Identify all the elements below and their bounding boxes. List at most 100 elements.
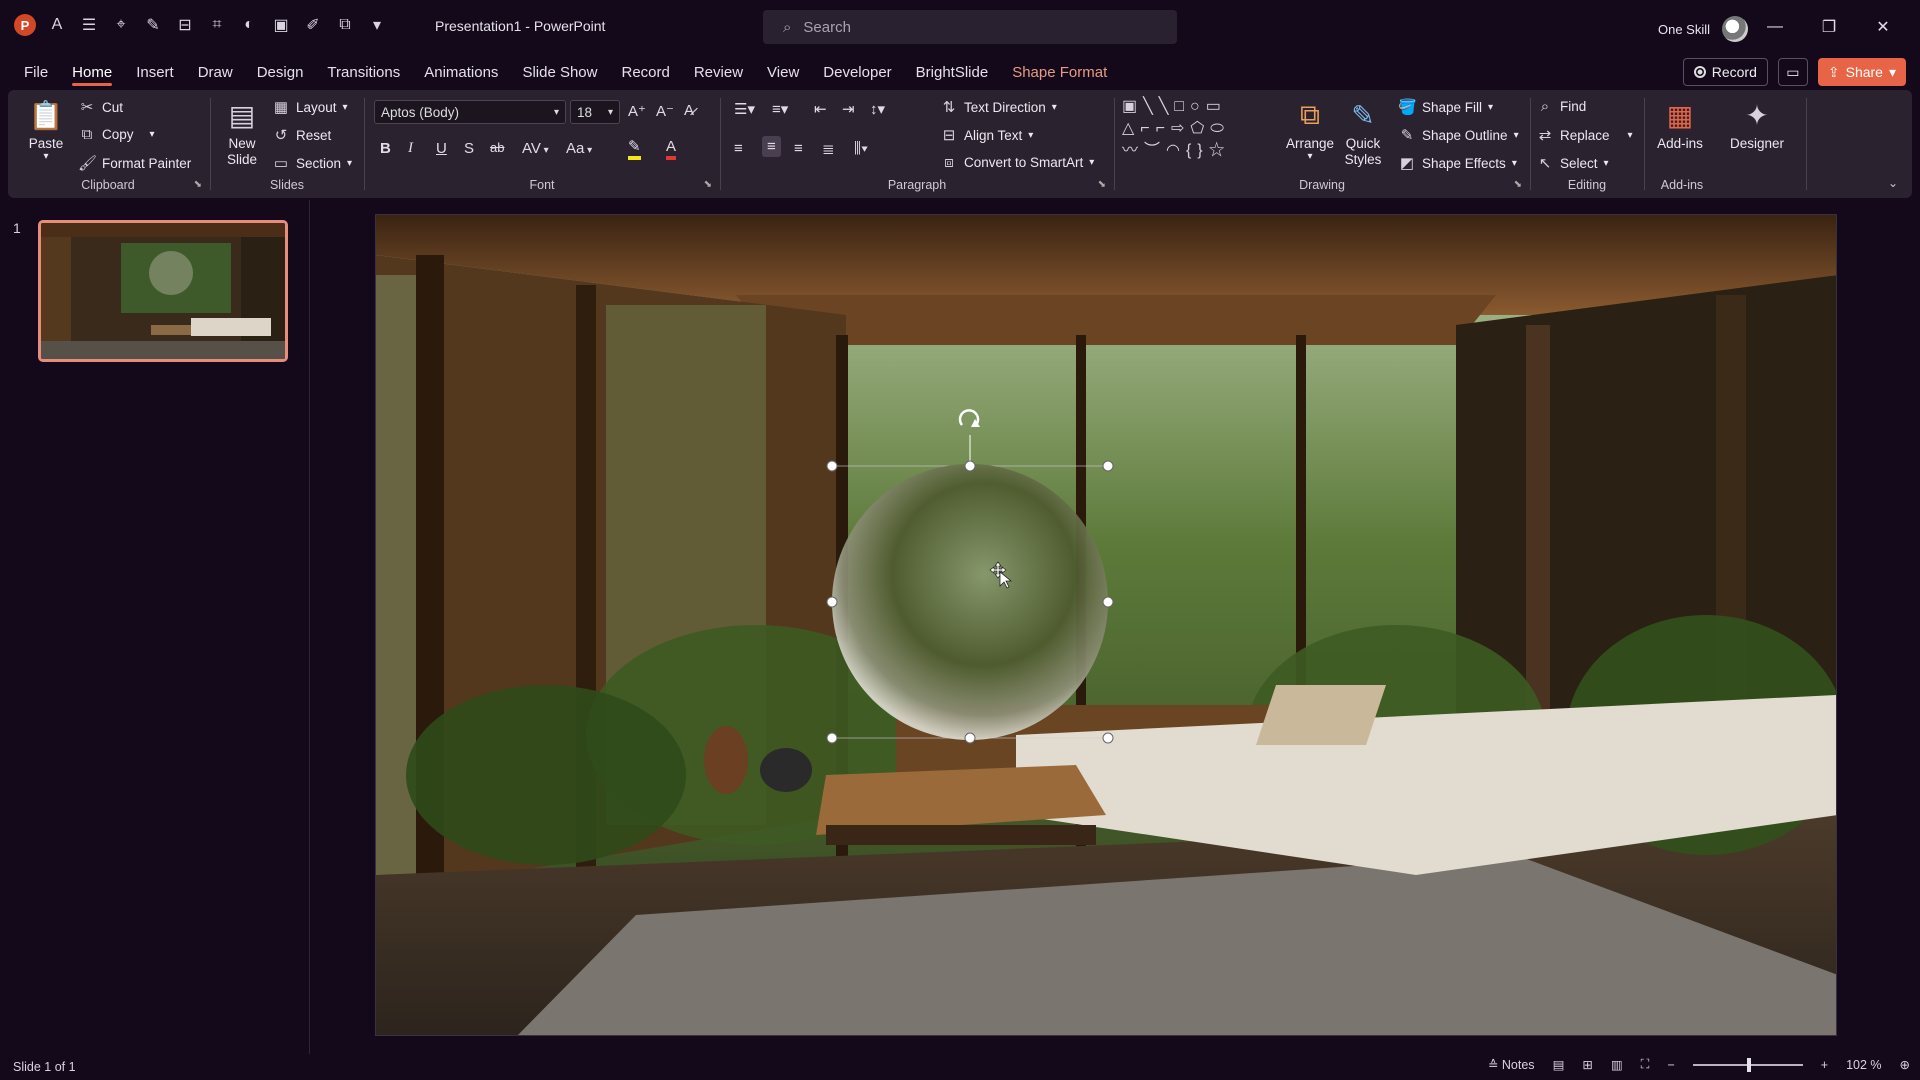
zoom-slider-thumb[interactable] — [1746, 1057, 1751, 1072]
justify-icon[interactable]: ≣ — [822, 140, 835, 158]
dialog-launcher-icon[interactable]: ⬊ — [194, 179, 202, 190]
align-center-icon[interactable]: ≡ — [762, 136, 781, 157]
distribute-icon[interactable]: ⊟ — [174, 14, 196, 36]
close-icon[interactable]: ✕ — [1856, 10, 1910, 44]
circle-shape[interactable] — [832, 464, 1108, 740]
underline-button[interactable]: U — [436, 140, 447, 157]
search-box[interactable]: ⌕ Search — [763, 10, 1177, 44]
screenshot-icon[interactable]: ⧉ — [334, 14, 356, 36]
zoom-out-icon[interactable]: − — [1667, 1058, 1674, 1072]
tab-file[interactable]: File — [12, 54, 60, 90]
reading-view-icon[interactable]: ▥ — [1611, 1057, 1623, 1072]
resize-handle-bottom[interactable] — [964, 732, 976, 744]
increase-font-icon[interactable]: A⁺ — [628, 102, 646, 120]
resize-handle-bottom-left[interactable] — [826, 732, 838, 744]
cut-button[interactable]: ✂ Cut — [78, 98, 123, 116]
share-button[interactable]: ⇪ Share ▾ — [1817, 58, 1906, 86]
shapes-icon[interactable]: ◐ — [238, 14, 260, 36]
select-button[interactable]: ↖ Select ▾ — [1536, 154, 1609, 172]
columns-icon[interactable]: ⫼▾ — [854, 140, 868, 157]
resize-handle-top-right[interactable] — [1102, 460, 1114, 472]
align-left-icon[interactable]: ≡ — [734, 140, 743, 157]
tab-developer[interactable]: Developer — [811, 54, 903, 90]
quick-styles-button[interactable]: ✎ Quick Styles — [1338, 96, 1388, 168]
reset-button[interactable]: ↺ Reset — [272, 126, 332, 144]
picture-icon[interactable]: ▣ — [270, 14, 292, 36]
align-right-icon[interactable]: ≡ — [794, 140, 803, 157]
tab-insert[interactable]: Insert — [124, 54, 186, 90]
resize-handle-left[interactable] — [826, 596, 838, 608]
comments-button[interactable]: ▭ — [1777, 58, 1808, 86]
record-button[interactable]: Record — [1682, 58, 1768, 86]
tab-draw[interactable]: Draw — [186, 54, 245, 90]
shape-fill-button[interactable]: 🪣 Shape Fill ▾ — [1398, 98, 1493, 116]
section-button[interactable]: ▭ Section ▾ — [272, 154, 352, 172]
collapse-ribbon-icon[interactable]: ⌄ — [1888, 176, 1898, 190]
change-case-button[interactable]: Aa ▾ — [566, 140, 592, 157]
resize-handle-top-left[interactable] — [826, 460, 838, 472]
fit-slide-icon[interactable]: ⊕ — [1900, 1057, 1910, 1072]
snap-icon[interactable]: ⌖ — [110, 14, 132, 36]
notes-button[interactable]: ≙ Notes — [1488, 1057, 1535, 1072]
addins-button[interactable]: ▦ Add-ins — [1650, 96, 1710, 152]
arrange-button[interactable]: ⧉ Arrange ▾ — [1284, 96, 1336, 163]
highlight-icon[interactable]: ✎ — [628, 138, 641, 160]
slide-sorter-icon[interactable]: ⊞ — [1582, 1057, 1592, 1072]
customize-qat-icon[interactable]: ▾ — [366, 14, 388, 36]
designer-button[interactable]: ✦ Designer — [1724, 96, 1790, 152]
font-size-dropdown[interactable]: 18 ▾ — [570, 100, 620, 124]
shape-effects-button[interactable]: ◩ Shape Effects ▾ — [1398, 154, 1517, 172]
dialog-launcher-icon[interactable]: ⬊ — [1514, 179, 1522, 190]
minimize-icon[interactable]: — — [1748, 10, 1802, 44]
shadow-button[interactable]: S — [464, 140, 474, 157]
bold-button[interactable]: B — [380, 140, 391, 157]
dialog-launcher-icon[interactable]: ⬊ — [704, 179, 712, 190]
tab-slide-show[interactable]: Slide Show — [510, 54, 609, 90]
dialog-launcher-icon[interactable]: ⬊ — [1098, 179, 1106, 190]
decrease-font-icon[interactable]: A⁻ — [656, 102, 674, 120]
paste-button[interactable]: 📋 Paste ▾ — [26, 96, 66, 163]
zoom-slider[interactable] — [1692, 1057, 1803, 1072]
slide-thumbnail[interactable] — [38, 220, 288, 362]
character-spacing-button[interactable]: AV ▾ — [522, 140, 549, 157]
font-name-dropdown[interactable]: Aptos (Body) ▾ — [374, 100, 566, 124]
tab-animations[interactable]: Animations — [412, 54, 510, 90]
copy-button[interactable]: ⧉ Copy ▾ — [78, 126, 155, 143]
tab-record[interactable]: Record — [609, 54, 681, 90]
normal-view-icon[interactable]: ▤ — [1553, 1057, 1565, 1072]
tab-review[interactable]: Review — [682, 54, 755, 90]
tab-home[interactable]: Home — [60, 54, 124, 90]
eyedropper-icon[interactable]: ✐ — [302, 14, 324, 36]
resize-handle-top[interactable] — [964, 460, 976, 472]
strikethrough-button[interactable]: ab — [490, 140, 504, 155]
user-account[interactable]: One Skill — [1658, 16, 1749, 42]
tab-brightslide[interactable]: BrightSlide — [904, 54, 1001, 90]
italic-button[interactable]: I — [408, 140, 413, 157]
line-spacing-icon[interactable]: ↕▾ — [870, 100, 885, 118]
align-lines-icon[interactable]: ☰ — [78, 14, 100, 36]
slideshow-view-icon[interactable]: ⛶ — [1641, 1057, 1650, 1072]
replace-button[interactable]: ⇄ Replace ▾ — [1536, 126, 1633, 144]
format-painter-button[interactable]: 🖌 Format Painter — [78, 154, 191, 172]
tab-shape-format[interactable]: Shape Format — [1000, 54, 1119, 90]
font-color-icon[interactable]: A — [666, 138, 677, 160]
resize-handle-bottom-right[interactable] — [1102, 732, 1114, 744]
tab-design[interactable]: Design — [245, 54, 316, 90]
align-text-button[interactable]: ⊟ Align Text ▾ — [940, 126, 1034, 144]
tab-transitions[interactable]: Transitions — [315, 54, 412, 90]
zoom-level[interactable]: 102 % — [1846, 1058, 1881, 1072]
slide-canvas[interactable] — [375, 214, 1837, 1036]
restore-icon[interactable]: ❐ — [1802, 10, 1856, 44]
find-button[interactable]: ⌕ Find — [1536, 98, 1586, 115]
font-a-icon[interactable]: A — [46, 14, 68, 36]
draw-pen-icon[interactable]: ✎ — [142, 14, 164, 36]
numbering-icon[interactable]: ≡▾ — [772, 100, 788, 118]
crop-icon[interactable]: ⌗ — [206, 14, 228, 36]
bullets-icon[interactable]: ☰▾ — [734, 100, 755, 118]
increase-indent-icon[interactable]: ⇥ — [842, 100, 855, 118]
zoom-in-icon[interactable]: + — [1821, 1058, 1828, 1072]
text-direction-button[interactable]: ⇅ Text Direction ▾ — [940, 98, 1057, 116]
resize-handle-right[interactable] — [1102, 596, 1114, 608]
new-slide-button[interactable]: ▤ New Slide — [218, 96, 266, 168]
smartart-button[interactable]: ⧈ Convert to SmartArt ▾ — [940, 154, 1094, 171]
